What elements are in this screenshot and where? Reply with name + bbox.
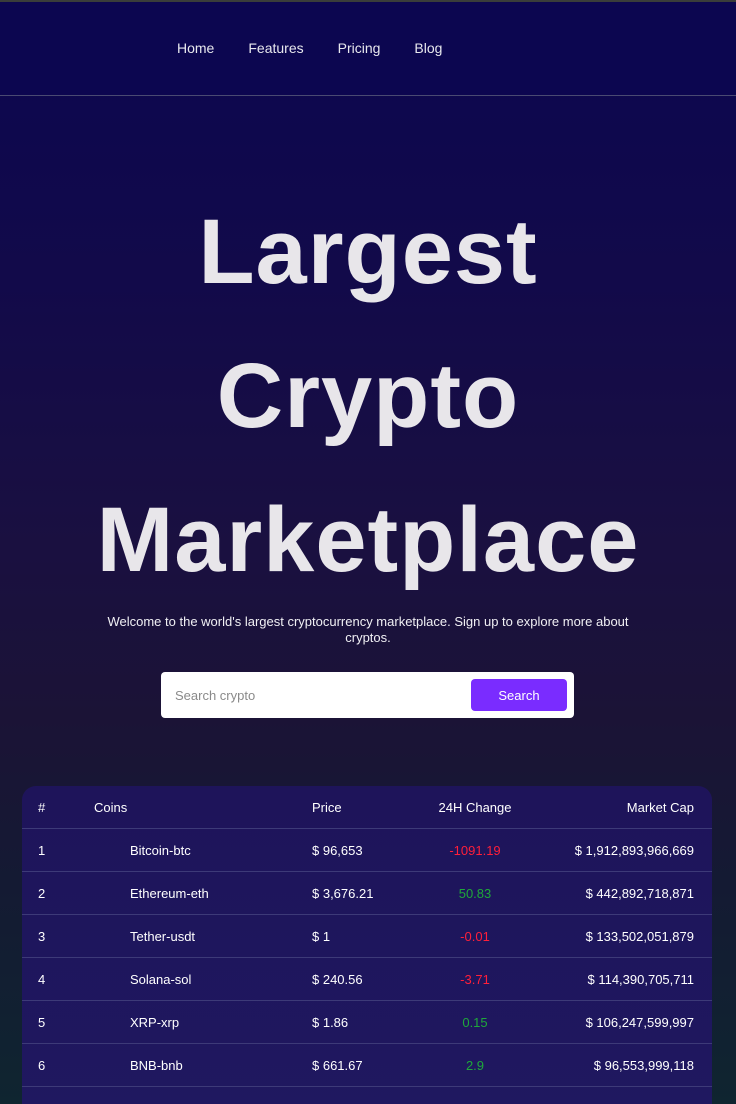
header-rank: #: [38, 800, 46, 815]
hero-title-line-1: Largest: [198, 201, 538, 303]
row-price: $ 96,653: [312, 843, 363, 858]
row-change: 2.9: [465, 1058, 485, 1073]
row-coin: Bitcoin-btc: [130, 843, 191, 858]
row-rank: 6: [38, 1058, 46, 1073]
row-price: $ 661.67: [312, 1058, 363, 1073]
row-price: $ 1: [312, 929, 331, 944]
search-button[interactable]: Search: [471, 679, 567, 711]
row-market-cap: $ 133,502,051,879: [585, 929, 694, 944]
row-rank: 5: [38, 1015, 46, 1030]
row-change: -0.01: [460, 929, 490, 944]
table-row[interactable]: 1 Bitcoin-btc $ 96,653 -1091.19 $ 1,912,…: [22, 829, 712, 872]
header-price: Price: [312, 800, 342, 815]
nav-link-features[interactable]: Features: [248, 40, 303, 56]
table-row[interactable]: 3 Tether-usdt $ 1 -0.01 $ 133,502,051,87…: [22, 915, 712, 958]
row-price: $ 1.86: [312, 1015, 349, 1030]
row-change: 50.83: [458, 886, 492, 901]
search-input[interactable]: [161, 672, 461, 718]
nav-link-home[interactable]: Home: [177, 40, 214, 56]
table-row[interactable]: 6 BNB-bnb $ 661.67 2.9 $ 96,553,999,118: [22, 1044, 712, 1087]
header-market-cap: Market Cap: [626, 800, 694, 815]
row-coin: Tether-usdt: [130, 929, 196, 944]
row-rank: 3: [38, 929, 46, 944]
table-header-row: # Coins Price 24H Change Market Cap: [22, 786, 712, 829]
row-coin: BNB-bnb: [130, 1058, 183, 1073]
row-price: $ 3,676.21: [312, 886, 374, 901]
row-price: $ 240.56: [312, 972, 363, 987]
hero-subtitle: Welcome to the world's largest cryptocur…: [107, 614, 629, 645]
hero-title: Largest Crypto Marketplace: [0, 180, 736, 612]
nav-link-blog[interactable]: Blog: [414, 40, 442, 56]
row-rank: 2: [38, 886, 46, 901]
search-form: Search: [161, 672, 574, 718]
table-row[interactable]: 4 Solana-sol $ 240.56 -3.71 $ 114,390,70…: [22, 958, 712, 1001]
row-rank: 4: [38, 972, 46, 987]
hero-title-line-3: Marketplace: [96, 489, 640, 591]
row-change: 0.15: [462, 1015, 488, 1030]
row-market-cap: $ 1,912,893,966,669: [574, 843, 694, 858]
header-coins: Coins: [94, 800, 128, 815]
row-rank: 1: [38, 843, 46, 858]
hero-title-line-2: Crypto: [216, 345, 520, 447]
row-coin: Solana-sol: [130, 972, 192, 987]
row-market-cap: $ 114,390,705,711: [587, 972, 694, 987]
header-24h-change: 24H Change: [438, 800, 512, 815]
row-market-cap: $ 442,892,718,871: [585, 886, 694, 901]
table-row[interactable]: 2 Ethereum-eth $ 3,676.21 50.83 $ 442,89…: [22, 872, 712, 915]
navbar: Home Features Pricing Blog: [0, 2, 736, 96]
row-coin: Ethereum-eth: [130, 886, 209, 901]
crypto-table: # Coins Price 24H Change Market Cap 1 Bi…: [22, 786, 712, 1104]
table-row[interactable]: 5 XRP-xrp $ 1.86 0.15 $ 106,247,599,997: [22, 1001, 712, 1044]
row-change: -3.71: [460, 972, 490, 987]
row-coin: XRP-xrp: [130, 1015, 180, 1030]
nav-link-pricing[interactable]: Pricing: [338, 40, 381, 56]
row-market-cap: $ 106,247,599,997: [585, 1015, 694, 1030]
row-change: -1091.19: [449, 843, 501, 858]
row-market-cap: $ 96,553,999,118: [593, 1058, 694, 1073]
nav-links: Home Features Pricing Blog: [177, 40, 442, 56]
